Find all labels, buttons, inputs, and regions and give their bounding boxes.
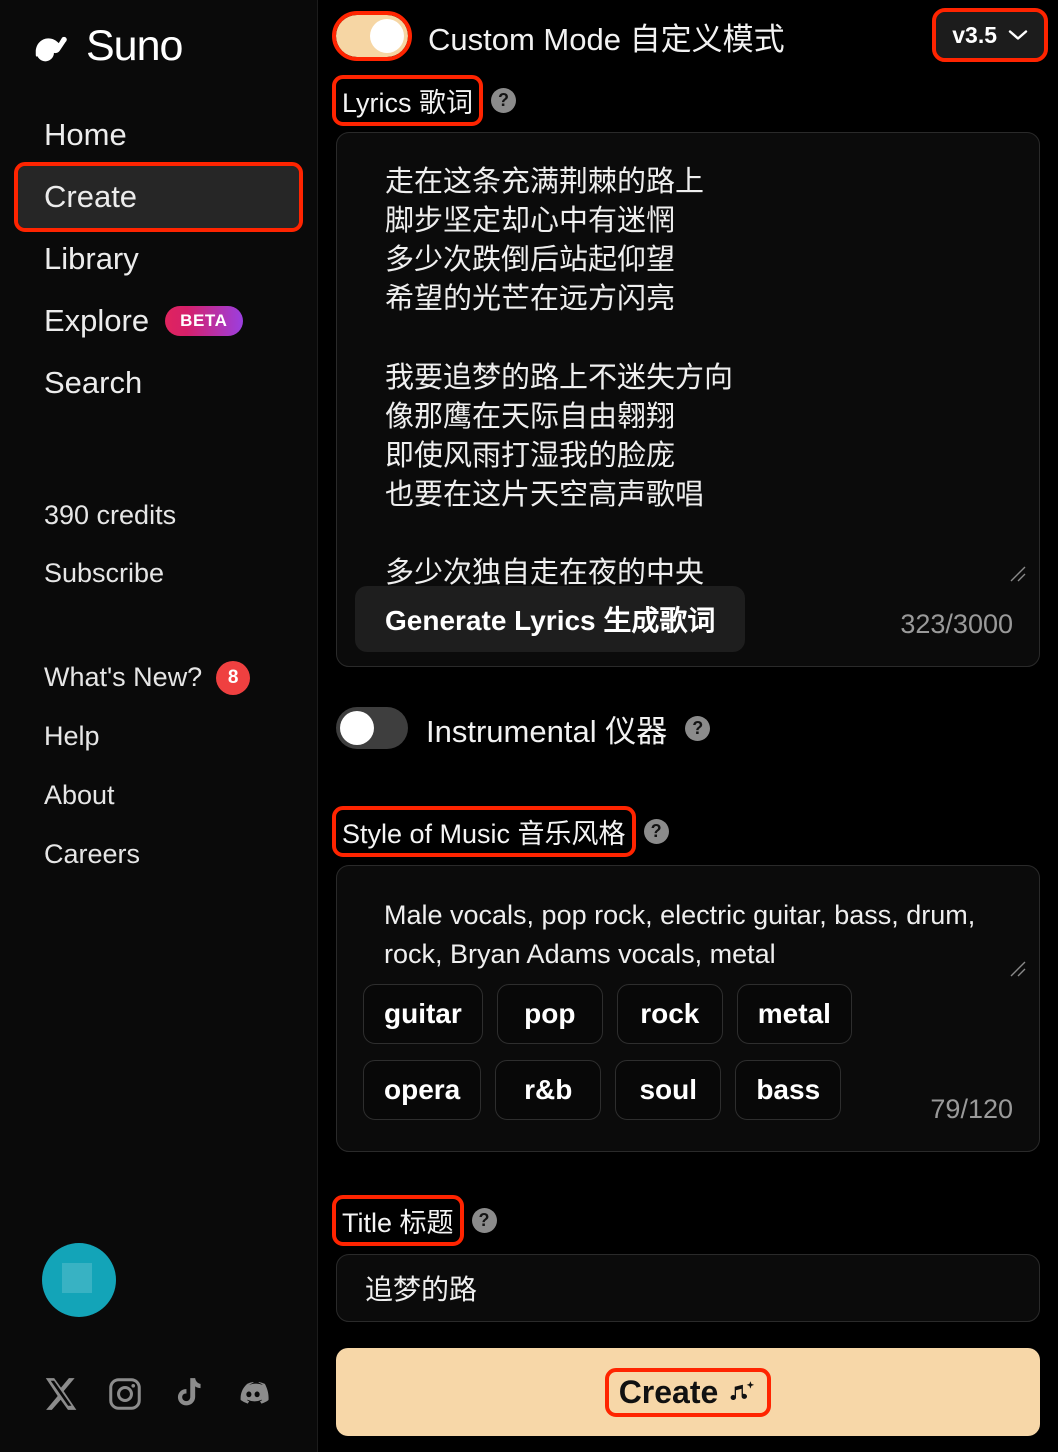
suno-wave-logo-icon (30, 23, 76, 69)
tiktok-icon[interactable] (170, 1375, 208, 1413)
create-button[interactable]: Create (336, 1348, 1040, 1436)
sidebar-item-create[interactable]: Create (14, 162, 303, 232)
lyrics-label-row: Lyrics 歌词 ? (318, 74, 1058, 126)
custom-mode-toggle[interactable] (332, 11, 412, 61)
style-tag-list: guitar pop rock metal opera r&b soul bas… (363, 984, 923, 1120)
create-panel: Custom Mode 自定义模式 v3.5 Lyrics 歌词 ? 走在这条充… (318, 0, 1058, 1452)
sidebar-item-label: Create (44, 179, 138, 214)
resize-handle-icon[interactable] (1007, 958, 1027, 978)
style-tag[interactable]: guitar (363, 984, 483, 1044)
help-link[interactable]: Help (18, 707, 299, 766)
generate-lyrics-button[interactable]: Generate Lyrics 生成歌词 (355, 586, 746, 652)
careers-link[interactable]: Careers (18, 825, 299, 884)
lyrics-label: Lyrics 歌词 (331, 74, 484, 126)
beta-badge: BETA (165, 306, 243, 336)
help-icon[interactable]: ? (491, 87, 517, 113)
music-note-sparkle-icon (727, 1377, 757, 1407)
sidebar-item-label: Explore (44, 303, 150, 338)
help-icon[interactable]: ? (685, 715, 711, 741)
style-tag[interactable]: bass (735, 1060, 842, 1120)
style-tag[interactable]: pop (496, 984, 603, 1044)
x-twitter-icon[interactable] (42, 1375, 80, 1413)
title-label-row: Title 标题 ? (318, 1194, 1058, 1246)
avatar[interactable] (42, 1243, 116, 1317)
style-of-music-label: Style of Music 音乐风格 (332, 805, 636, 857)
toggle-knob (340, 711, 374, 745)
sidebar-item-library[interactable]: Library (18, 228, 299, 290)
help-icon[interactable]: ? (643, 818, 669, 844)
discord-icon[interactable] (234, 1375, 272, 1413)
avatar-image (62, 1263, 92, 1293)
whats-new-count-badge: 8 (216, 660, 251, 695)
sidebar-item-label: Library (44, 241, 139, 276)
credits-block: 390 credits Subscribe (0, 486, 317, 602)
sidebar-item-home[interactable]: Home (18, 104, 299, 166)
instagram-icon[interactable] (106, 1375, 144, 1413)
sidebar-item-label: Search (44, 365, 143, 400)
create-button-label: Create (618, 1373, 719, 1410)
whats-new-link[interactable]: What's New? 8 (18, 648, 299, 707)
style-tag[interactable]: soul (615, 1060, 722, 1120)
help-icon[interactable]: ? (471, 1207, 497, 1233)
brand-logo[interactable]: Suno (0, 0, 317, 74)
instrumental-row: Instrumental 仪器 ? (318, 701, 1058, 755)
chevron-down-icon (1008, 29, 1028, 41)
subscribe-link[interactable]: Subscribe (18, 544, 299, 602)
secondary-links: What's New? 8 Help About Careers (0, 648, 317, 884)
style-counter: 79/120 (930, 1094, 1013, 1124)
about-link[interactable]: About (18, 766, 299, 825)
style-tag[interactable]: rock (616, 984, 723, 1044)
brand-name: Suno (86, 21, 183, 70)
social-links (42, 1375, 272, 1413)
style-tag[interactable]: opera (363, 1060, 482, 1120)
whats-new-label: What's New? (44, 662, 203, 692)
resize-handle-icon[interactable] (1007, 563, 1027, 583)
create-button-content: Create (604, 1367, 772, 1417)
instrumental-toggle[interactable] (336, 707, 408, 749)
sidebar: Suno Home Create Library Explore BETA Se… (0, 0, 318, 1452)
style-of-music-textarea[interactable]: Male vocals, pop rock, electric guitar, … (336, 865, 1040, 1152)
lyrics-textarea[interactable]: 走在这条充满荆棘的路上 脚步坚定却心中有迷惘 多少次跌倒后站起仰望 希望的光芒在… (336, 132, 1040, 667)
sidebar-item-explore[interactable]: Explore BETA (18, 290, 299, 352)
lyrics-value: 走在这条充满荆棘的路上 脚步坚定却心中有迷惘 多少次跌倒后站起仰望 希望的光芒在… (385, 166, 734, 588)
title-label: Title 标题 (332, 1194, 464, 1246)
topbar: Custom Mode 自定义模式 v3.5 (318, 0, 1058, 72)
model-version-value: v3.5 (952, 21, 997, 48)
title-input[interactable]: 追梦的路 (336, 1254, 1040, 1322)
style-tag[interactable]: metal (736, 984, 852, 1044)
style-value: Male vocals, pop rock, electric guitar, … (384, 900, 976, 970)
primary-nav: Home Create Library Explore BETA Search (0, 104, 317, 414)
model-version-select[interactable]: v3.5 (932, 8, 1048, 62)
title-value: 追梦的路 (365, 1274, 478, 1305)
sidebar-item-search[interactable]: Search (18, 352, 299, 414)
credits-count: 390 credits (44, 499, 177, 530)
instrumental-label: Instrumental 仪器 (426, 713, 668, 749)
toggle-knob (370, 19, 404, 53)
lyrics-counter: 323/3000 (900, 609, 1013, 639)
style-tag[interactable]: r&b (495, 1060, 602, 1120)
sidebar-item-label: Home (44, 117, 127, 152)
suno-create-page: Suno Home Create Library Explore BETA Se… (0, 0, 1058, 1452)
custom-mode-label: Custom Mode 自定义模式 (428, 21, 785, 57)
style-label-row: Style of Music 音乐风格 ? (318, 805, 1058, 857)
